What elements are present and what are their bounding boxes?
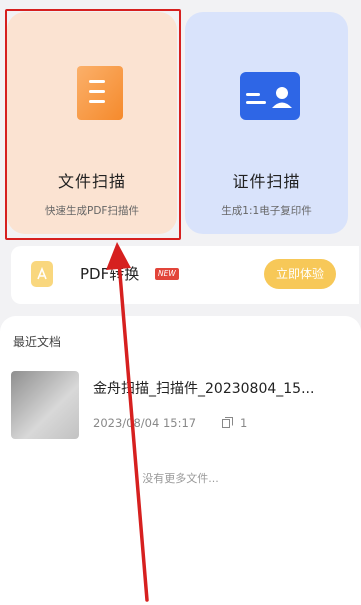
id-card-icon xyxy=(240,72,300,120)
file-name[interactable]: 金舟扫描_扫描件_20230804_15... xyxy=(93,378,314,398)
page-count: 1 xyxy=(240,416,248,430)
try-now-button[interactable]: 立即体验 xyxy=(264,259,336,289)
id-scan-subtitle: 生成1:1电子复印件 xyxy=(221,205,312,217)
recent-documents-panel: 最近文档 金舟扫描_扫描件_20230804_15... 2023/08/04 … xyxy=(0,316,361,605)
no-more-files-text: 没有更多文件... xyxy=(142,472,219,485)
id-scan-title: 证件扫描 xyxy=(232,172,301,191)
new-badge: NEW xyxy=(155,268,179,280)
file-date: 2023/08/04 15:17 xyxy=(93,416,197,430)
pdf-convert-row[interactable]: PDF转换 NEW 立即体验 xyxy=(11,246,359,304)
scan-cards: 文件扫描 快速生成PDF扫描件 证件扫描 生成1:1电子复印件 xyxy=(0,0,361,240)
annotation-highlight-box xyxy=(5,9,181,240)
pdf-convert-label: PDF转换 xyxy=(80,265,140,283)
id-scan-card[interactable]: 证件扫描 生成1:1电子复印件 xyxy=(185,12,348,234)
pages-icon xyxy=(222,417,233,428)
pdf-icon xyxy=(31,261,53,287)
document-thumbnail[interactable] xyxy=(11,371,79,439)
recent-documents-title: 最近文档 xyxy=(13,335,62,349)
